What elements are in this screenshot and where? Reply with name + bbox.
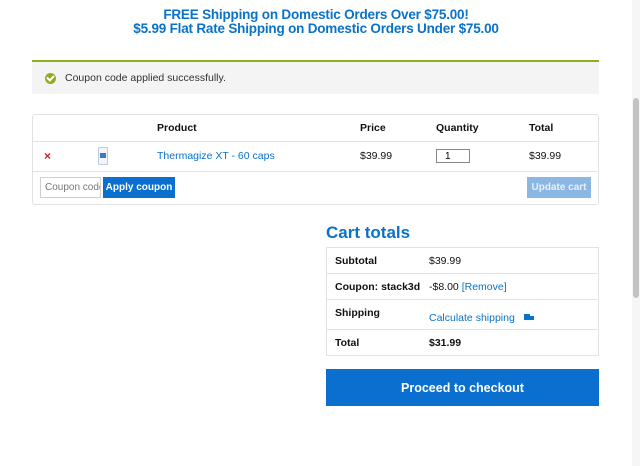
proceed-to-checkout-button[interactable]: Proceed to checkout	[326, 369, 599, 406]
header-product: Product	[157, 122, 197, 134]
coupon-label: Coupon: stack3d	[335, 281, 421, 293]
product-thumbnail-icon[interactable]	[98, 147, 108, 165]
update-cart-button[interactable]: Update cart	[527, 177, 591, 198]
scrollbar-thumb[interactable]	[633, 98, 639, 298]
coupon-discount-value: -$8.00	[429, 281, 459, 293]
quantity-input[interactable]	[436, 149, 470, 163]
shipping-row: Shipping Calculate shipping	[327, 300, 598, 330]
cart-table-header: Product Price Quantity Total	[33, 115, 598, 142]
table-row: × Thermagize XT - 60 caps $39.99 $39.99	[33, 141, 598, 172]
remove-item-icon[interactable]: ×	[44, 149, 51, 163]
banner-line-2: $5.99 Flat Rate Shipping on Domestic Ord…	[133, 21, 499, 36]
remove-coupon-link[interactable]: [Remove]	[462, 281, 507, 293]
total-row: Total $31.99	[327, 330, 598, 356]
shipping-banner: FREE Shipping on Domestic Orders Over $7…	[0, 8, 632, 36]
product-name-link[interactable]: Thermagize XT - 60 caps	[157, 150, 275, 162]
cart-totals-table: Subtotal $39.99 Coupon: stack3d -$8.00 […	[326, 247, 599, 356]
item-total: $39.99	[529, 150, 562, 162]
success-notice: Coupon code applied successfully.	[32, 60, 599, 94]
coupon-code-input[interactable]	[40, 177, 101, 198]
shipping-label: Shipping	[335, 307, 380, 319]
cart-table: Product Price Quantity Total × Thermagiz…	[32, 114, 599, 205]
header-total: Total	[529, 122, 554, 134]
cart-totals-title: Cart totals	[326, 223, 411, 242]
coupon-row: Coupon: stack3d -$8.00 [Remove]	[327, 274, 598, 300]
banner-line-1: FREE Shipping on Domestic Orders Over $7…	[163, 7, 469, 22]
subtotal-value: $39.99	[429, 255, 462, 267]
subtotal-label: Subtotal	[335, 255, 377, 267]
apply-coupon-button[interactable]: Apply coupon	[103, 177, 175, 198]
truck-icon[interactable]	[523, 314, 534, 322]
check-circle-icon	[45, 72, 56, 84]
total-value: $31.99	[429, 337, 462, 349]
item-price: $39.99	[360, 150, 393, 162]
total-label: Total	[335, 337, 360, 349]
header-quantity: Quantity	[436, 122, 479, 134]
subtotal-row: Subtotal $39.99	[327, 248, 598, 274]
header-price: Price	[360, 122, 386, 134]
calculate-shipping-link[interactable]: Calculate shipping	[429, 312, 515, 324]
notice-message: Coupon code applied successfully.	[65, 72, 226, 84]
